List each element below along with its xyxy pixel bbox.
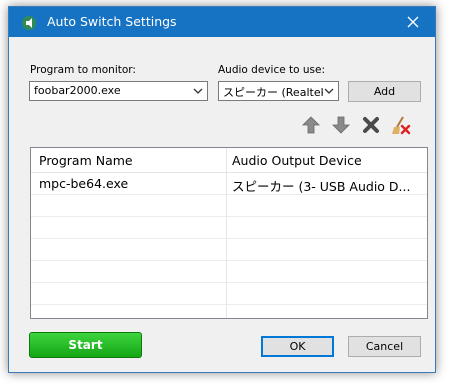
settings-dialog: Auto Switch Settings Program to monitor:… [8,6,436,373]
close-icon [407,16,419,28]
cancel-button[interactable]: Cancel [348,336,421,357]
empty-row [31,283,427,305]
ok-button[interactable]: OK [261,336,334,357]
device-label: Audio device to use: [218,64,326,76]
arrow-up-icon[interactable] [301,115,321,135]
add-button[interactable]: Add [348,81,421,102]
empty-row [31,195,427,217]
row-device: スピーカー (3- USB Audio D... [232,179,411,194]
arrow-down-icon[interactable] [331,115,351,135]
empty-row [31,239,427,261]
window-title: Auto Switch Settings [47,14,177,29]
list-header: Program Name Audio Output Device [31,148,427,173]
table-row[interactable]: mpc-be64.exe スピーカー (3- USB Audio D... [31,173,427,195]
app-icon [22,16,36,30]
empty-row [31,261,427,283]
close-button[interactable] [391,7,435,37]
clear-all-icon[interactable] [391,115,411,135]
start-button[interactable]: Start [29,332,142,358]
chevron-down-icon [193,88,203,94]
empty-row [31,217,427,239]
title-bar[interactable]: Auto Switch Settings [9,7,435,37]
program-select[interactable]: foobar2000.exe [29,81,208,101]
device-select-value: スピーカー (Realtek H [223,86,323,99]
column-header-program[interactable]: Program Name [39,153,133,168]
program-label: Program to monitor: [30,64,136,76]
delete-icon[interactable] [361,115,381,135]
device-select[interactable]: スピーカー (Realtek H [218,81,339,101]
program-select-value: foobar2000.exe [34,84,121,97]
column-header-device[interactable]: Audio Output Device [232,153,362,168]
row-program: mpc-be64.exe [39,176,129,191]
chevron-down-icon [324,88,334,94]
program-list[interactable]: Program Name Audio Output Device mpc-be6… [30,147,428,319]
